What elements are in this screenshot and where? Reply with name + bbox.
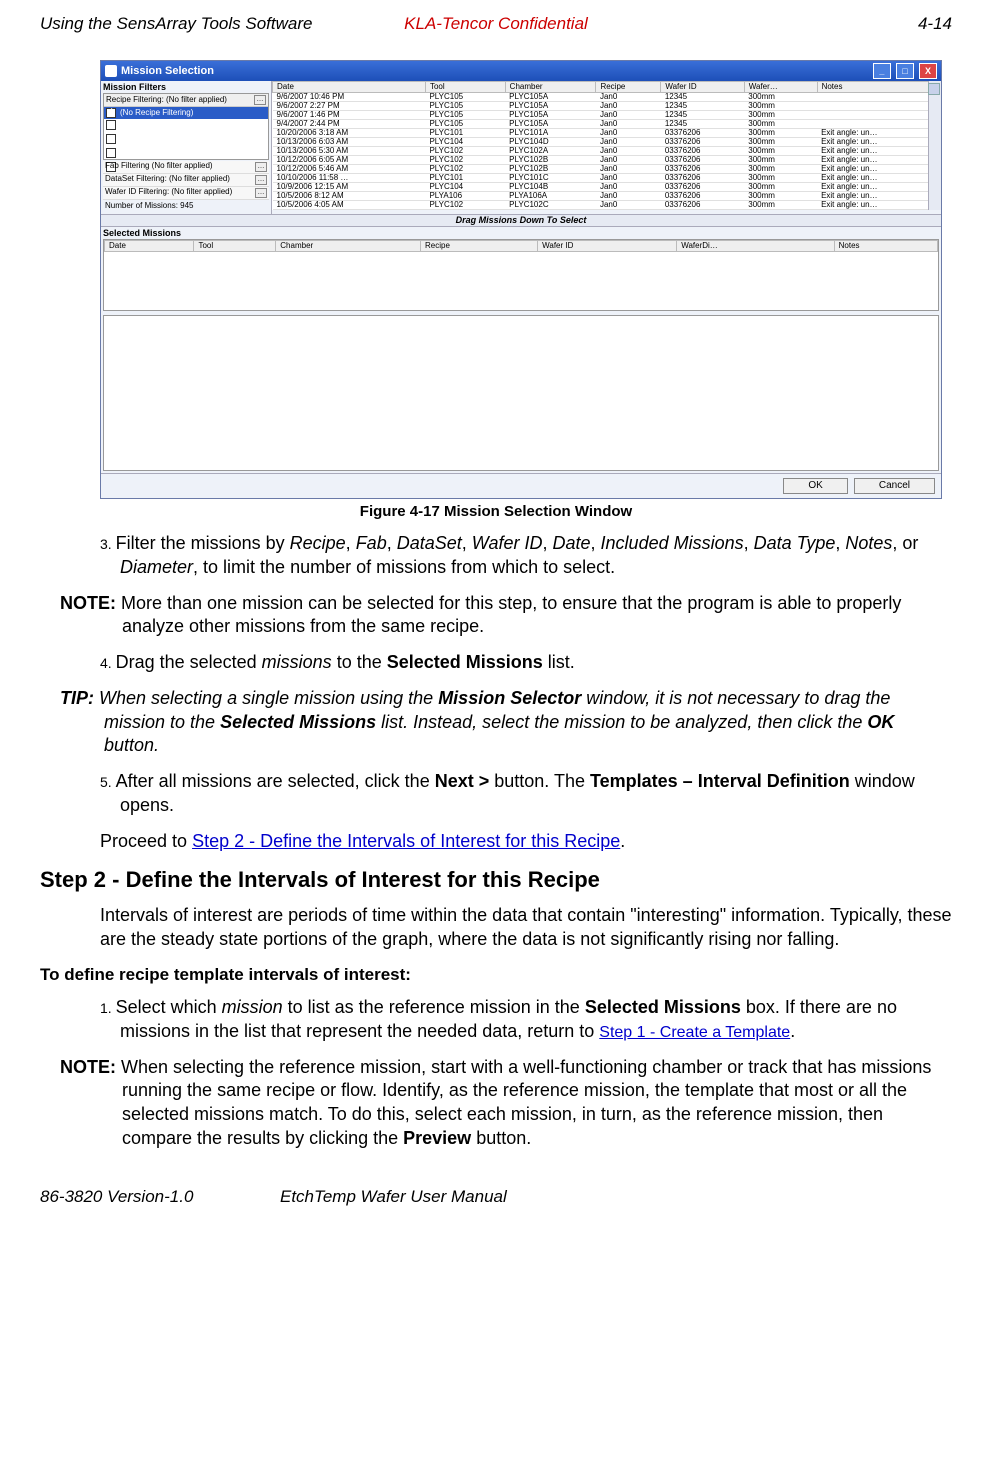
minimize-button[interactable]: _: [873, 63, 891, 79]
heading-step2: Step 2 - Define the Intervals of Interes…: [40, 865, 952, 894]
note-1: NOTE: More than one mission can be selec…: [60, 592, 952, 640]
ok-button[interactable]: OK: [783, 478, 847, 494]
selected-missions-section: Selected Missions DateToolChamberRecipeW…: [101, 227, 941, 313]
fab-filter[interactable]: Fab Filtering (No filter applied)…: [103, 161, 269, 174]
selected-missions-table[interactable]: DateToolChamberRecipeWafer IDWaferDi…Not…: [103, 239, 939, 311]
ellipsis-icon[interactable]: …: [254, 95, 266, 105]
page-header: Using the SensArray Tools Software KLA-T…: [40, 14, 952, 34]
table-row[interactable]: 10/5/2006 4:05 AMPLYC102PLYC102CJan00337…: [273, 201, 941, 210]
scrollbar[interactable]: [928, 81, 941, 210]
filters-label: Mission Filters: [103, 83, 269, 92]
missions-table[interactable]: DateToolChamberRecipeWafer IDWafer…Notes…: [272, 81, 941, 210]
column-header[interactable]: Chamber: [276, 241, 421, 252]
mission-selection-window: Mission Selection _ □ X Mission Filters …: [100, 60, 942, 499]
note-2: NOTE: When selecting the reference missi…: [60, 1056, 952, 1151]
column-header[interactable]: Tool: [425, 82, 505, 93]
link-step1[interactable]: Step 1 - Create a Template: [599, 1024, 790, 1041]
column-header[interactable]: WaferDi…: [677, 241, 834, 252]
column-header[interactable]: Wafer ID: [538, 241, 677, 252]
column-header[interactable]: Wafer ID: [661, 82, 744, 93]
page-footer: 86-3820 Version-1.0 EtchTemp Wafer User …: [40, 1187, 952, 1207]
figure-caption: Figure 4-17 Mission Selection Window: [40, 503, 952, 520]
column-header[interactable]: Wafer…: [744, 82, 817, 93]
ellipsis-icon[interactable]: …: [255, 175, 267, 185]
cancel-button[interactable]: Cancel: [854, 478, 935, 494]
checkbox-icon[interactable]: [106, 134, 116, 144]
mission-count: Number of Missions: 945: [103, 200, 269, 212]
footer-left: 86-3820 Version-1.0: [40, 1187, 280, 1207]
step2-intro: Intervals of interest are periods of tim…: [100, 904, 952, 952]
window-title: Mission Selection: [121, 66, 214, 77]
scrollbar-thumb[interactable]: [928, 83, 940, 95]
app-icon: [105, 65, 117, 77]
checkbox-icon[interactable]: [106, 108, 116, 118]
step-5: 5. After all missions are selected, clic…: [120, 770, 952, 818]
drag-divider[interactable]: Drag Missions Down To Select: [101, 214, 941, 227]
step-3: 3. Filter the missions by Recipe, Fab, D…: [120, 532, 952, 580]
ellipsis-icon[interactable]: …: [255, 162, 267, 172]
tip-1: TIP: When selecting a single mission usi…: [60, 687, 952, 758]
header-left: Using the SensArray Tools Software: [40, 14, 344, 34]
selected-label: Selected Missions: [103, 229, 939, 238]
proceed-line: Proceed to Step 2 - Define the Intervals…: [100, 830, 952, 854]
link-step2[interactable]: Step 2 - Define the Intervals of Interes…: [192, 831, 620, 851]
column-header[interactable]: Notes: [817, 82, 940, 93]
checkbox-icon[interactable]: [106, 148, 116, 158]
recipe-filter-selected: (No Recipe Filtering): [120, 109, 193, 117]
missions-grid-panel: DateToolChamberRecipeWafer IDWafer…Notes…: [271, 81, 941, 214]
column-header[interactable]: Recipe: [421, 241, 538, 252]
figure-screenshot: Mission Selection _ □ X Mission Filters …: [100, 60, 942, 499]
column-header[interactable]: Date: [273, 82, 426, 93]
footer-center: EtchTemp Wafer User Manual: [280, 1187, 507, 1207]
dataset-filter[interactable]: DataSet Filtering: (No filter applied)…: [103, 174, 269, 187]
checkbox-icon[interactable]: [106, 120, 116, 130]
subhead-define: To define recipe template intervals of i…: [40, 964, 952, 986]
preview-area: [103, 315, 939, 471]
recipe-filter-head: Recipe Filtering: (No filter applied): [106, 96, 227, 104]
close-button[interactable]: X: [919, 63, 937, 79]
maximize-button[interactable]: □: [896, 63, 914, 79]
header-center: KLA-Tencor Confidential: [344, 14, 648, 34]
mission-filters-panel: Mission Filters Recipe Filtering: (No fi…: [101, 81, 271, 214]
step2-item-1: 1. Select which mission to list as the r…: [120, 996, 952, 1044]
recipe-filter[interactable]: Recipe Filtering: (No filter applied) … (…: [103, 93, 269, 160]
column-header[interactable]: Date: [105, 241, 194, 252]
column-header[interactable]: Tool: [194, 241, 276, 252]
step-4: 4. Drag the selected missions to the Sel…: [120, 651, 952, 675]
ellipsis-icon[interactable]: …: [255, 188, 267, 198]
column-header[interactable]: Recipe: [596, 82, 661, 93]
wafer-filter[interactable]: Wafer ID Filtering: (No filter applied)…: [103, 187, 269, 200]
column-header[interactable]: Chamber: [505, 82, 596, 93]
column-header[interactable]: Notes: [834, 241, 937, 252]
window-titlebar[interactable]: Mission Selection _ □ X: [101, 61, 941, 81]
header-right: 4-14: [648, 14, 952, 34]
